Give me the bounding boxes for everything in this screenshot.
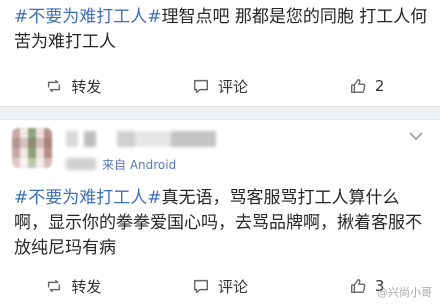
repost-label: 转发 [71, 77, 102, 96]
username-redacted[interactable] [66, 131, 216, 147]
repost-button[interactable]: 转发 [0, 276, 147, 297]
post-time-redacted [66, 158, 96, 170]
like-icon [350, 279, 366, 293]
like-button[interactable]: 2 [293, 77, 440, 95]
post-source: 来自 Android [102, 156, 176, 173]
comment-button[interactable]: 评论 [147, 76, 294, 97]
watermark: @兴尚小哥 [377, 286, 432, 299]
comment-label: 评论 [218, 77, 249, 96]
feed-divider [0, 106, 440, 120]
post-text: #不要为难打工人#真无语，骂客服骂打工人算什么啊，显示你的拳拳爱国心吗，去骂品牌… [14, 186, 430, 261]
comment-icon [193, 279, 209, 294]
topic-hashtag-link[interactable]: #不要为难打工人# [14, 188, 162, 208]
comment-icon [193, 79, 209, 94]
post-action-bar: 转发 评论 2 [0, 68, 440, 104]
avatar[interactable] [12, 128, 52, 168]
post-text: #不要为难打工人#理智点吧 那都是您的同胞 打工人何苦为难打工人 [14, 5, 430, 55]
post-action-bar: 转发 评论 3 [0, 268, 440, 304]
topic-hashtag-link[interactable]: #不要为难打工人# [14, 7, 162, 27]
comment-button[interactable]: 评论 [147, 276, 294, 297]
repost-button[interactable]: 转发 [0, 76, 147, 97]
chevron-down-icon[interactable] [408, 130, 424, 142]
repost-icon [48, 279, 61, 293]
comment-label: 评论 [218, 277, 249, 296]
post-source-label: 来自 Android [102, 158, 177, 172]
like-icon [350, 79, 366, 93]
repost-label: 转发 [71, 277, 102, 296]
repost-icon [48, 79, 61, 93]
like-count: 2 [374, 77, 385, 95]
